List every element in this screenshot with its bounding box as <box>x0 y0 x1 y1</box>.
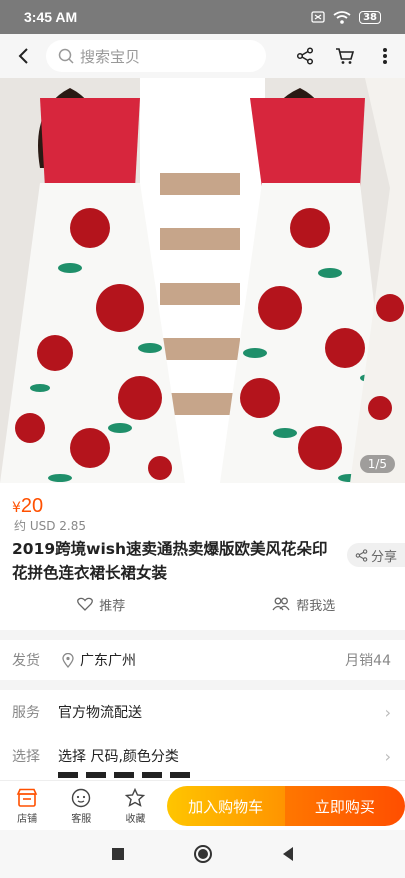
cart-icon <box>336 48 355 64</box>
shipping-label: 发货 <box>12 653 40 669</box>
support-label: 客服 <box>71 813 92 825</box>
product-photo <box>0 78 405 483</box>
share-label: 分享 <box>370 549 397 565</box>
location-pin-icon <box>62 652 74 668</box>
home-icon[interactable] <box>193 844 213 864</box>
price-value: 20 <box>20 495 44 517</box>
recommend-button[interactable]: 推荐 <box>0 591 203 617</box>
share-icon <box>355 548 368 562</box>
monthly-sales: 月销44 <box>345 653 391 669</box>
currency-symbol: ¥ <box>12 500 21 516</box>
more-button[interactable] <box>365 34 405 78</box>
buy-now-button[interactable]: 立即购买 <box>284 786 405 826</box>
share-chip[interactable]: 分享 <box>347 543 405 567</box>
search-icon <box>58 48 74 64</box>
chevron-right-icon: › <box>384 746 391 766</box>
product-title: 2019跨境wish速卖通热卖爆版欧美风花朵印花拼色连衣裙长裙女装 <box>12 540 328 582</box>
battery-icon: 38 <box>359 10 381 24</box>
status-icons: 38 <box>311 10 381 24</box>
select-value: 选择 尺码,颜色分类 <box>58 749 179 765</box>
shipping-row: 发货 广东广州 月销44 <box>0 640 405 680</box>
heart-icon <box>77 597 94 611</box>
system-nav-bar <box>0 830 405 878</box>
support-tab[interactable]: 客服 <box>54 788 108 825</box>
store-label: 店铺 <box>17 813 38 825</box>
status-time: 3:45 AM <box>24 9 78 25</box>
select-label: 选择 <box>12 749 40 765</box>
recommend-row: 推荐 帮我选 <box>0 591 405 617</box>
usd-price: 约 USD 2.85 <box>14 519 86 533</box>
top-nav: 搜索宝贝 <box>0 34 405 78</box>
chat-face-icon <box>72 788 91 807</box>
sim-icon <box>311 11 325 23</box>
shipping-location: 广东广州 <box>80 653 136 669</box>
help-choose-label: 帮我选 <box>296 598 336 614</box>
chevron-left-icon <box>18 48 28 64</box>
back-triangle-icon[interactable] <box>281 846 295 862</box>
search-input[interactable]: 搜索宝贝 <box>46 40 266 72</box>
service-value: 官方物流配送 <box>58 705 142 721</box>
favorite-tab[interactable]: 收藏 <box>108 787 162 825</box>
store-tab[interactable]: 店铺 <box>0 788 54 825</box>
favorite-label: 收藏 <box>125 813 146 825</box>
recents-icon[interactable] <box>111 847 125 861</box>
store-icon <box>16 788 38 807</box>
chevron-right-icon: › <box>384 702 391 722</box>
status-bar: 3:45 AM 38 <box>0 0 405 34</box>
gallery-pager: 1/5 <box>359 455 395 473</box>
cart-button[interactable] <box>325 34 365 78</box>
back-button[interactable] <box>0 34 46 78</box>
share-button[interactable] <box>285 34 325 78</box>
variant-thumbnails <box>58 772 190 778</box>
recommend-label: 推荐 <box>99 598 126 614</box>
star-icon <box>125 787 146 807</box>
people-icon <box>272 597 290 611</box>
more-vertical-icon <box>383 48 387 64</box>
bottom-action-bar: 店铺 客服 收藏 加入购物车 立即购买 <box>0 780 405 831</box>
add-to-cart-button[interactable]: 加入购物车 <box>166 786 285 826</box>
price: ¥20 <box>12 495 43 518</box>
service-row[interactable]: 服务 官方物流配送 › <box>0 690 405 734</box>
wifi-icon <box>333 10 351 24</box>
services-section: 服务 官方物流配送 › 选择 选择 尺码,颜色分类 › <box>0 690 405 780</box>
product-info: ¥20 约 USD 2.85 2019跨境wish速卖通热卖爆版欧美风花朵印花拼… <box>0 483 405 630</box>
product-gallery[interactable]: 1/5 <box>0 78 405 483</box>
search-placeholder: 搜索宝贝 <box>80 47 141 66</box>
share-icon <box>296 47 314 65</box>
help-choose-button[interactable]: 帮我选 <box>203 591 405 617</box>
service-label: 服务 <box>12 705 40 721</box>
